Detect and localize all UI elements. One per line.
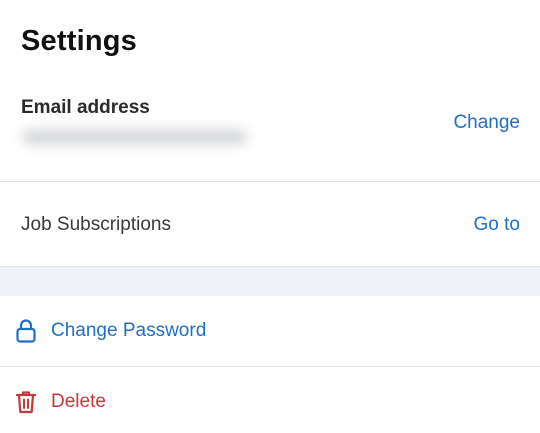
trash-icon xyxy=(14,389,38,415)
job-subscriptions-label: Job Subscriptions xyxy=(21,214,171,235)
email-value-redacted xyxy=(22,130,247,144)
email-section: Email address Change xyxy=(0,80,540,181)
settings-page: Settings Email address Change Job Subscr… xyxy=(0,0,540,433)
page-title: Settings xyxy=(21,25,137,57)
section-separator xyxy=(0,266,540,296)
change-password-label: Change Password xyxy=(51,320,207,341)
change-password-row[interactable]: Change Password xyxy=(0,296,540,366)
delete-label: Delete xyxy=(51,391,106,412)
email-label: Email address xyxy=(21,97,150,118)
change-email-button[interactable]: Change xyxy=(453,112,520,134)
delete-row[interactable]: Delete xyxy=(0,367,540,433)
job-subscriptions-goto-link[interactable]: Go to xyxy=(474,214,520,236)
lock-icon xyxy=(14,318,38,344)
job-subscriptions-row: Job Subscriptions Go to xyxy=(0,182,540,266)
